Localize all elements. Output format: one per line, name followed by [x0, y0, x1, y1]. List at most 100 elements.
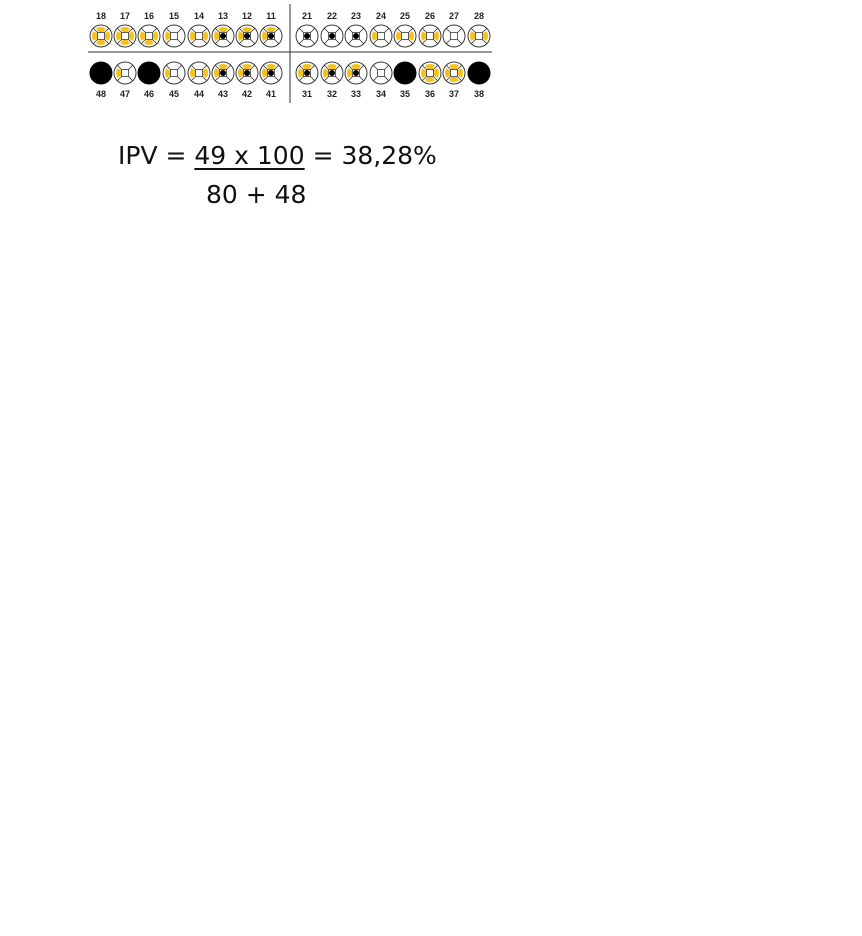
- tooth-28: [467, 24, 491, 48]
- tooth-number-42: 42: [242, 89, 252, 99]
- tooth-23: [344, 24, 368, 48]
- formula-result: = 38,28%: [312, 141, 437, 170]
- occlusal-surface: [170, 69, 178, 77]
- tooth-number-11: 11: [266, 11, 276, 21]
- bleeding-mark: [353, 33, 359, 39]
- bleeding-mark: [353, 70, 359, 76]
- formula-prefix: IPV =: [118, 141, 187, 170]
- formula-numerator: 49 x 100: [194, 141, 305, 170]
- occlusal-surface: [377, 69, 385, 77]
- tooth-number-46: 46: [144, 89, 154, 99]
- tooth-45: [162, 61, 186, 85]
- bleeding-mark: [329, 70, 335, 76]
- tooth-31: [295, 61, 319, 85]
- tooth-14: [187, 24, 211, 48]
- tooth-number-22: 22: [327, 11, 337, 21]
- formula-denominator: 80 + 48: [206, 180, 307, 209]
- bleeding-mark: [304, 70, 310, 76]
- bleeding-mark: [268, 33, 274, 39]
- tooth-number-32: 32: [327, 89, 337, 99]
- tooth-11: [259, 24, 283, 48]
- tooth-35: [393, 61, 417, 85]
- tooth-47: [113, 61, 137, 85]
- occlusal-surface: [195, 32, 203, 40]
- occlusal-surface: [450, 32, 458, 40]
- occlusal-surface: [121, 69, 129, 77]
- occlusal-surface: [97, 32, 105, 40]
- occlusal-surface: [426, 69, 434, 77]
- tooth-33: [344, 61, 368, 85]
- tooth-number-33: 33: [351, 89, 361, 99]
- occlusal-surface: [170, 32, 178, 40]
- tooth-26: [418, 24, 442, 48]
- tooth-number-13: 13: [218, 11, 228, 21]
- occlusal-surface: [195, 69, 203, 77]
- occlusal-surface: [475, 32, 483, 40]
- tooth-27: [442, 24, 466, 48]
- tooth-36: [418, 61, 442, 85]
- tooth-number-37: 37: [449, 89, 459, 99]
- tooth-number-16: 16: [144, 11, 154, 21]
- occlusal-surface: [401, 32, 409, 40]
- bleeding-mark: [244, 70, 250, 76]
- occlusal-surface: [145, 32, 153, 40]
- tooth-number-44: 44: [194, 89, 204, 99]
- tooth-missing-mark: [137, 61, 161, 85]
- tooth-number-34: 34: [376, 89, 386, 99]
- tooth-24: [369, 24, 393, 48]
- tooth-number-12: 12: [242, 11, 252, 21]
- tooth-42: [235, 61, 259, 85]
- tooth-21: [295, 24, 319, 48]
- tooth-22: [320, 24, 344, 48]
- tooth-46: [137, 61, 161, 85]
- tooth-number-47: 47: [120, 89, 130, 99]
- tooth-17: [113, 24, 137, 48]
- tooth-12: [235, 24, 259, 48]
- tooth-number-15: 15: [169, 11, 179, 21]
- occlusal-surface: [426, 32, 434, 40]
- tooth-16: [137, 24, 161, 48]
- tooth-missing-mark: [467, 61, 491, 85]
- tooth-48: [89, 61, 113, 85]
- tooth-44: [187, 61, 211, 85]
- occlusal-surface: [377, 32, 385, 40]
- tooth-15: [162, 24, 186, 48]
- tooth-37: [442, 61, 466, 85]
- tooth-number-28: 28: [474, 11, 484, 21]
- tooth-number-41: 41: [266, 89, 276, 99]
- tooth-number-43: 43: [218, 89, 228, 99]
- tooth-number-26: 26: [425, 11, 435, 21]
- tooth-number-31: 31: [302, 89, 312, 99]
- tooth-number-23: 23: [351, 11, 361, 21]
- tooth-34: [369, 61, 393, 85]
- bleeding-mark: [329, 33, 335, 39]
- tooth-number-21: 21: [302, 11, 312, 21]
- bleeding-mark: [268, 70, 274, 76]
- tooth-number-27: 27: [449, 11, 459, 21]
- tooth-38: [467, 61, 491, 85]
- bleeding-mark: [244, 33, 250, 39]
- bleeding-mark: [220, 70, 226, 76]
- tooth-32: [320, 61, 344, 85]
- tooth-13: [211, 24, 235, 48]
- tooth-number-36: 36: [425, 89, 435, 99]
- tooth-number-14: 14: [194, 11, 204, 21]
- tooth-41: [259, 61, 283, 85]
- tooth-number-17: 17: [120, 11, 130, 21]
- tooth-number-48: 48: [96, 89, 106, 99]
- tooth-43: [211, 61, 235, 85]
- ipv-formula: IPV = 49 x 100 = 38,28%: [118, 141, 437, 170]
- tooth-number-25: 25: [400, 11, 410, 21]
- tooth-25: [393, 24, 417, 48]
- tooth-number-45: 45: [169, 89, 179, 99]
- bleeding-mark: [220, 33, 226, 39]
- tooth-number-24: 24: [376, 11, 386, 21]
- dental-chart: 18 17 16 15 14 13 12 11 21 22 23 24 25 26 27 28 48 47 46 45…: [88, 4, 492, 103]
- occlusal-surface: [450, 69, 458, 77]
- tooth-18: [89, 24, 113, 48]
- bleeding-mark: [304, 33, 310, 39]
- tooth-number-18: 18: [96, 11, 106, 21]
- tooth-missing-mark: [89, 61, 113, 85]
- tooth-missing-mark: [393, 61, 417, 85]
- tooth-number-35: 35: [400, 89, 410, 99]
